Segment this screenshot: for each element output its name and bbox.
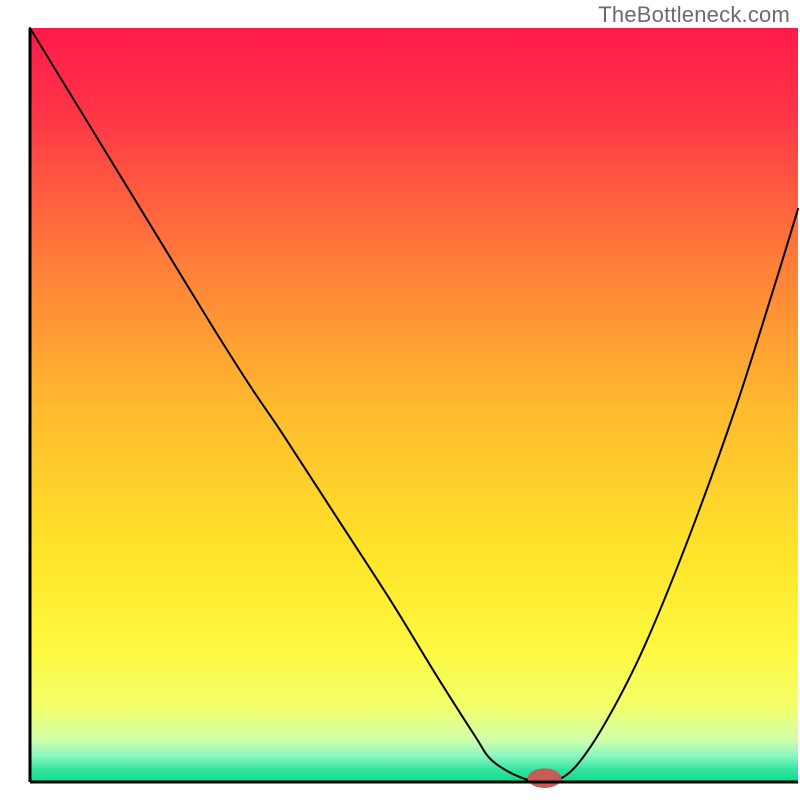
chart-container: TheBottleneck.com (0, 0, 800, 800)
bottleneck-point-marker (528, 768, 562, 788)
plot-background (30, 28, 798, 782)
bottleneck-chart (0, 0, 800, 800)
watermark-text: TheBottleneck.com (598, 2, 790, 28)
plot-area (30, 28, 798, 788)
